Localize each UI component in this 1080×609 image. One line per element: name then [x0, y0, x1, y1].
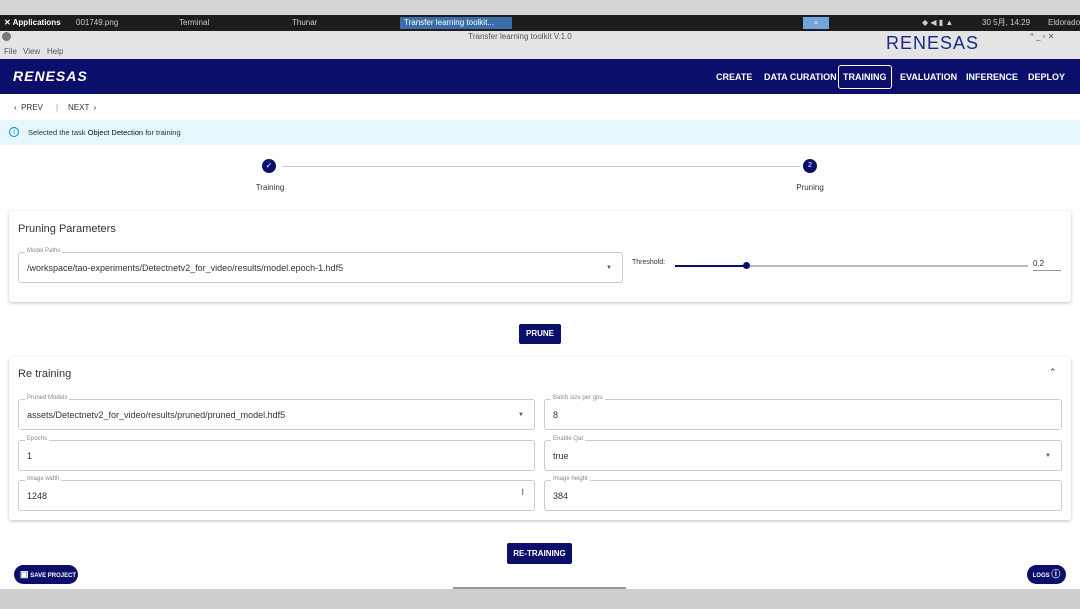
info-icon: i: [9, 127, 19, 137]
pruned-model-value: assets/Detectnetv2_for_video/results/pru…: [27, 410, 286, 420]
next-label: NEXT: [68, 103, 90, 112]
retraining-title: Re training: [18, 368, 72, 380]
clock: 30 5月, 14:29: [982, 18, 1031, 27]
window-controls[interactable]: ^ _ ▫ ✕: [1030, 32, 1054, 41]
menu-help[interactable]: Help: [47, 47, 63, 56]
image-width-input[interactable]: Image width 1248 I: [18, 476, 535, 511]
window-titlebar: Transfer learning toolkit V.1.0 RENESAS …: [0, 31, 1080, 59]
prev-button[interactable]: ‹ PREV: [14, 103, 43, 112]
applications-label: Applications: [12, 18, 61, 27]
pruned-models-select[interactable]: Pruned Models assets/Detectnetv2_for_vid…: [18, 395, 535, 430]
batch-size-label: Batch size per gpu: [551, 395, 605, 401]
pruned-models-label: Pruned Models: [25, 395, 70, 401]
task-image[interactable]: 001749.png: [72, 17, 122, 29]
epochs-input[interactable]: Epochs 1: [18, 436, 535, 471]
epochs-value: 1: [27, 451, 33, 461]
task-toolkit[interactable]: Transfer learning toolkit...: [400, 17, 512, 29]
pruning-title: Pruning Parameters: [18, 223, 116, 235]
number-spinner-icon[interactable]: I: [521, 487, 524, 497]
nav-inference[interactable]: INFERENCE: [962, 70, 1022, 84]
user-name: Eldorado: [1048, 18, 1080, 27]
collapse-chevron-icon[interactable]: ⌃: [1049, 367, 1057, 378]
screen-top: [0, 0, 1080, 15]
step-pruning-number: 2: [803, 159, 817, 173]
info-banner: i Selected the task Object Detection for…: [0, 120, 1080, 145]
task-thunar[interactable]: Thunar: [288, 17, 321, 29]
save-project-button[interactable]: ▣ SAVE PROJECT: [14, 565, 78, 584]
image-height-value: 384: [553, 491, 569, 501]
top-navbar: RENESAS CREATE DATA CURATION TRAINING EV…: [0, 59, 1080, 94]
pager-divider: |: [56, 103, 59, 112]
nav-deploy[interactable]: DEPLOY: [1024, 70, 1069, 84]
image-height-label: Image height: [551, 476, 590, 482]
applications-menu[interactable]: ✕ Applications: [0, 17, 65, 29]
prune-button[interactable]: PRUNE: [519, 324, 561, 344]
nav-evaluation[interactable]: EVALUATION: [896, 70, 961, 84]
model-paths-label: Model Paths: [25, 248, 63, 254]
batch-size-value: 8: [553, 410, 559, 420]
stepper-connector: [282, 166, 800, 167]
nav-training[interactable]: TRAINING: [838, 65, 892, 89]
threshold-slider-fill: [675, 265, 746, 267]
image-width-value: 1248: [27, 491, 48, 501]
step-done-check-icon: ✓: [262, 159, 276, 173]
menu-view[interactable]: View: [23, 47, 40, 56]
window-brand-logo: RENESAS: [886, 33, 980, 53]
threshold-slider-thumb[interactable]: [742, 262, 750, 269]
threshold-input[interactable]: 0.2: [1033, 259, 1061, 271]
save-project-label: SAVE PROJECT: [30, 573, 77, 579]
window-title: Transfer learning toolkit V.1.0: [468, 32, 572, 41]
task-terminal[interactable]: Terminal: [175, 17, 213, 29]
next-button[interactable]: NEXT ›: [68, 103, 96, 112]
step-pruning-label: Pruning: [796, 183, 824, 192]
enable-qat-label: Enable Qat: [551, 436, 586, 442]
retraining-card: Re training ⌃ Pruned Models assets/Detec…: [9, 357, 1071, 520]
save-icon: ▣: [20, 569, 29, 579]
screen-bottom: [0, 589, 1080, 609]
workspace-icon[interactable]: ●: [803, 17, 829, 29]
os-taskbar: ✕ Applications 001749.png Terminal Thuna…: [0, 15, 1080, 31]
info-text: Selected the task Object Detection for t…: [28, 128, 181, 137]
dropdown-arrow-icon: ▼: [1045, 453, 1051, 459]
epochs-label: Epochs: [25, 436, 50, 442]
model-paths-select[interactable]: Model Paths /workspace/tao-experiments/D…: [18, 248, 623, 283]
threshold-slider[interactable]: [675, 262, 1028, 269]
renesas-logo[interactable]: RENESAS: [13, 68, 88, 84]
batch-size-input[interactable]: Batch size per gpu 8: [544, 395, 1062, 430]
info-circle-icon: ⓘ: [1051, 569, 1061, 579]
nav-data-curation[interactable]: DATA CURATION: [760, 70, 841, 84]
model-path-value: /workspace/tao-experiments/Detectnetv2_f…: [27, 263, 344, 273]
menu-file[interactable]: File: [4, 47, 17, 56]
dropdown-arrow-icon: ▼: [518, 412, 524, 418]
step-training-label: Training: [255, 183, 285, 192]
nav-create[interactable]: CREATE: [712, 70, 756, 84]
enable-qat-value: true: [553, 451, 569, 461]
prev-label: PREV: [21, 103, 43, 112]
tray-icons: ◆ ◀ ▮ ▲: [922, 18, 954, 27]
threshold-label: Threshold:: [632, 259, 666, 266]
retraining-button[interactable]: RE-TRAINING: [507, 543, 572, 564]
image-width-label: Image width: [25, 476, 62, 482]
logs-button[interactable]: LOGS ⓘ: [1027, 565, 1066, 584]
logs-label: LOGS: [1032, 573, 1050, 579]
dropdown-arrow-icon: ▼: [606, 265, 612, 271]
enable-qat-select[interactable]: Enable Qat true ▼: [544, 436, 1062, 471]
pruning-card: Pruning Parameters Model Paths /workspac…: [9, 211, 1071, 302]
image-height-input[interactable]: Image height 384: [544, 476, 1062, 511]
